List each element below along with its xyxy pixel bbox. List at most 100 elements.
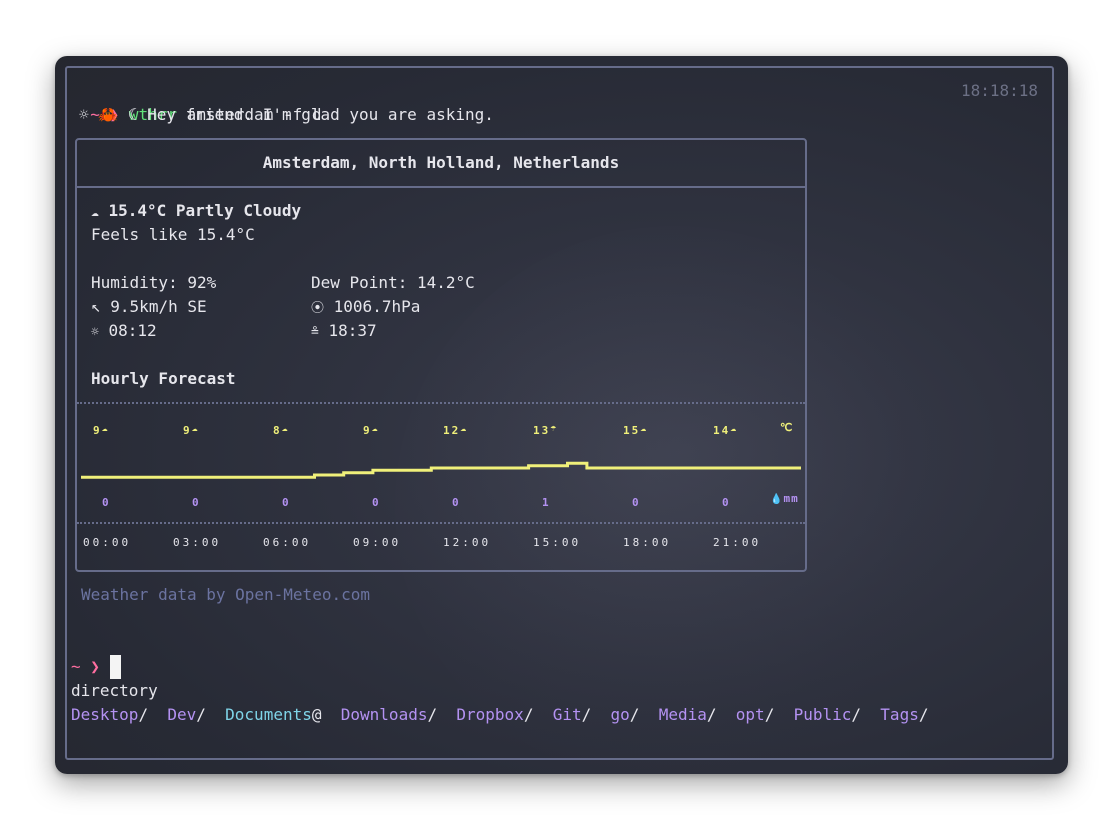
sunrise-value: 08:12: [108, 321, 157, 340]
directory-entry[interactable]: Tags/: [880, 705, 928, 724]
sunrise-icon: ☼: [91, 325, 99, 340]
sunrise: ☼ 08:12: [91, 319, 157, 345]
directory-entry[interactable]: Media/: [659, 705, 717, 724]
prompt-line-2: ~ ❯: [71, 655, 100, 679]
feels-like: Feels like 15.4°C: [91, 225, 255, 244]
prompt-symbol-2: ~ ❯: [71, 657, 100, 676]
directory-entry-name: Media: [658, 705, 707, 724]
directory-entry[interactable]: Documents@: [225, 705, 321, 724]
directory-entry-name: Git: [552, 705, 582, 724]
graph-top-divider: [77, 402, 805, 404]
rain-unit: mm: [783, 492, 799, 505]
cloud-icon: ☁: [91, 205, 99, 220]
directory-entry-name: Dropbox: [456, 705, 524, 724]
current-temp: 15.4°C Partly Cloudy: [108, 201, 302, 220]
humidity: Humidity: 92%: [91, 273, 217, 292]
clock: 18:18:18: [961, 81, 1039, 100]
hourly-weather-icon: ☁: [101, 423, 110, 434]
directory-entry[interactable]: Dropbox/: [456, 705, 533, 724]
text-cursor[interactable]: [110, 655, 121, 679]
directory-entry-name: Documents: [225, 705, 312, 724]
directory-entry[interactable]: Dev/: [167, 705, 206, 724]
hourly-time: 06:00: [263, 536, 312, 549]
current-conditions: ☁ 15.4°C Partly Cloudy: [91, 199, 301, 225]
hourly-rain: 0: [102, 496, 111, 509]
hourly-weather-icon: ☁: [191, 423, 200, 434]
directory-entry-name: go: [610, 705, 630, 724]
hourly-temp: 12☁: [443, 423, 468, 437]
greeting-line: ☼ 🦀 ☾ Hey friend. I'm glad you are askin…: [79, 103, 494, 127]
directory-entry-suffix: @: [311, 705, 322, 724]
directory-entry[interactable]: Desktop/: [71, 705, 148, 724]
hourly-weather-icon: ☁: [371, 423, 380, 434]
wind-arrow-icon: ↖: [91, 297, 101, 316]
hourly-time: 18:00: [623, 536, 672, 549]
temp-unit: ℃: [780, 421, 795, 434]
directory-entry-name: Desktop: [71, 705, 139, 724]
hourly-temp: 9☁: [93, 423, 110, 437]
gauge-icon: ⦿: [311, 301, 325, 316]
hourly-weather-icon: ☂: [550, 423, 559, 434]
directory-entry[interactable]: Git/: [553, 705, 592, 724]
hourly-rain: 0: [722, 496, 731, 509]
greeting-text: Hey friend. I'm glad you are asking.: [147, 105, 494, 124]
hourly-temp-value: 9: [363, 424, 372, 437]
ls-label: directory: [71, 681, 158, 700]
rain-unit-label: 💧mm: [770, 492, 799, 505]
directory-entry[interactable]: go/: [611, 705, 640, 724]
hourly-temp: 14☁: [713, 423, 738, 437]
directory-entry-name: Tags: [880, 705, 919, 724]
directory-entry[interactable]: opt/: [736, 705, 775, 724]
hourly-temp-value: 12: [443, 424, 461, 437]
sunset: ≗ 18:37: [311, 319, 377, 345]
wind: ↖ 9.5km/h SE: [91, 295, 207, 319]
hourly-time: 03:00: [173, 536, 222, 549]
hourly-weather-icon: ☁: [640, 423, 649, 434]
hourly-weather-icon: ☁: [460, 423, 469, 434]
hourly-title: Hourly Forecast: [91, 369, 236, 388]
hourly-temp-value: 14: [713, 424, 731, 437]
hourly-temp: 8☁: [273, 423, 290, 437]
directory-entry-suffix: /: [851, 705, 862, 724]
hourly-temp-value: 9: [93, 424, 102, 437]
hourly-temp: 9☁: [363, 423, 380, 437]
hourly-temp: 9☁: [183, 423, 200, 437]
hourly-rain: 0: [372, 496, 381, 509]
directory-entry-name: opt: [735, 705, 765, 724]
hourly-time: 09:00: [353, 536, 402, 549]
directory-entry[interactable]: Downloads/: [341, 705, 437, 724]
temperature-graph: [81, 461, 801, 479]
card-divider: [77, 186, 805, 188]
directory-entry[interactable]: Public/: [794, 705, 861, 724]
directory-entry-suffix: /: [918, 705, 929, 724]
directory-entry-suffix: /: [764, 705, 775, 724]
directory-entry-suffix: /: [523, 705, 534, 724]
wind-value: 9.5km/h SE: [110, 297, 207, 316]
pressure: ⦿ 1006.7hPa: [311, 295, 420, 321]
hourly-temp: 13☂: [533, 423, 558, 437]
hourly-weather-icon: ☁: [281, 423, 290, 434]
hourly-temp-value: 9: [183, 424, 192, 437]
hourly-time: 21:00: [713, 536, 762, 549]
directory-entry-name: Downloads: [340, 705, 428, 724]
hourly-rain: 1: [542, 496, 551, 509]
directory-entry-suffix: /: [196, 705, 206, 724]
hourly-temp-value: 8: [273, 424, 282, 437]
data-credit: Weather data by Open-Meteo.com: [81, 585, 370, 604]
hourly-weather-icon: ☁: [730, 423, 739, 434]
hourly-rain: 0: [452, 496, 461, 509]
temperature-line: [81, 461, 801, 479]
hourly-time: 15:00: [533, 536, 582, 549]
hourly-temp: 15☁: [623, 423, 648, 437]
graph-bottom-divider: [77, 522, 805, 524]
directory-entry-suffix: /: [706, 705, 717, 724]
hourly-temp-value: 15: [623, 424, 641, 437]
directory-entry-name: Public: [793, 705, 852, 724]
hourly-time: 00:00: [83, 536, 132, 549]
dew-point: Dew Point: 14.2°C: [311, 273, 475, 292]
sunset-value: 18:37: [328, 321, 377, 340]
hourly-temp-value: 13: [533, 424, 551, 437]
hourly-rain: 0: [192, 496, 201, 509]
greeting-icons: ☼ 🦀 ☾: [79, 105, 138, 124]
directory-entry-suffix: /: [427, 705, 438, 724]
